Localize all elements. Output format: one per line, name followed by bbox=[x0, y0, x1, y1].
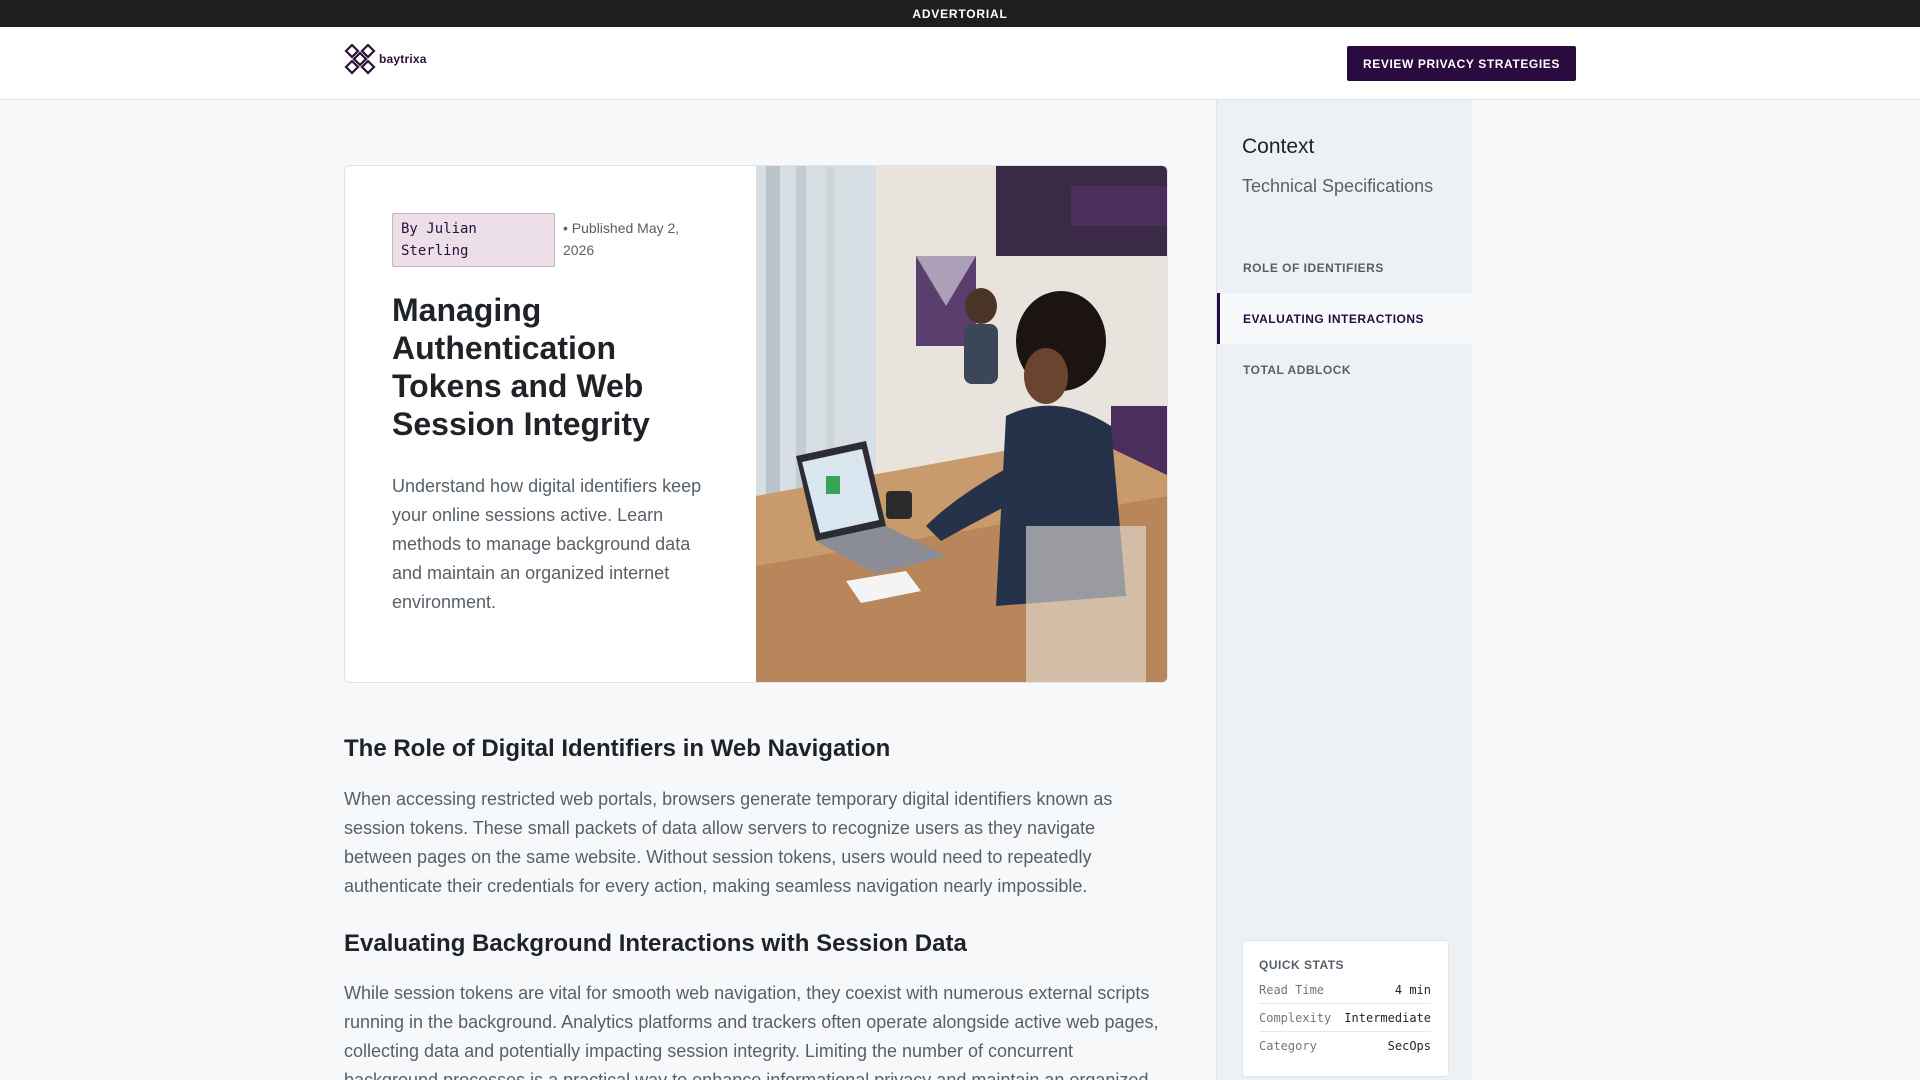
quick-stats-card: QUICK STATS Read Time 4 min Complexity I… bbox=[1242, 940, 1449, 1077]
hero-text: By Julian Sterling • Published May 2, 20… bbox=[392, 213, 712, 617]
site-logo[interactable]: baytrixa bbox=[344, 43, 427, 75]
stat-value: Intermediate bbox=[1344, 1010, 1431, 1025]
stat-label: Complexity bbox=[1259, 1010, 1332, 1025]
review-privacy-strategies-button[interactable]: REVIEW PRIVACY STRATEGIES bbox=[1347, 46, 1576, 81]
stat-value: SecOps bbox=[1387, 1039, 1431, 1053]
sidebar-title: Context bbox=[1242, 135, 1315, 158]
article-summary: Understand how digital identifiers keep … bbox=[392, 476, 702, 612]
stat-value: 4 min bbox=[1394, 982, 1431, 997]
stat-label: Category bbox=[1259, 1039, 1317, 1053]
advertorial-label: ADVERTORIAL bbox=[912, 6, 1008, 21]
hero-card: By Julian Sterling • Published May 2, 20… bbox=[344, 165, 1168, 683]
quick-stats-title: QUICK STATS bbox=[1259, 958, 1345, 972]
section-heading-evaluating-interactions: Evaluating Background Interactions with … bbox=[344, 930, 967, 957]
author-badge: By Julian Sterling bbox=[392, 213, 555, 267]
advertorial-banner: ADVERTORIAL bbox=[0, 0, 1920, 27]
stat-row-category: Category SecOps bbox=[1259, 1032, 1431, 1060]
table-of-contents: ROLE OF IDENTIFIERS EVALUATING INTERACTI… bbox=[1217, 242, 1473, 395]
section-heading-role-of-identifiers: The Role of Digital Identifiers in Web N… bbox=[344, 735, 891, 762]
logo-mark-icon bbox=[344, 43, 376, 75]
office-laptop-illustration bbox=[756, 166, 1167, 682]
toc-item-evaluating-interactions[interactable]: EVALUATING INTERACTIONS bbox=[1217, 293, 1473, 344]
stat-row-read-time: Read Time 4 min bbox=[1259, 976, 1431, 1004]
sidebar-subtitle: Technical Specifications bbox=[1242, 176, 1434, 196]
site-header: baytrixa REVIEW PRIVACY STRATEGIES bbox=[0, 27, 1920, 100]
hero-photo bbox=[756, 166, 1167, 682]
logo-wordmark: baytrixa bbox=[379, 52, 427, 66]
published-date: • Published May 2, 2026 bbox=[563, 220, 680, 258]
context-sidebar: Context Technical Specifications ROLE OF… bbox=[1216, 100, 1473, 1080]
stat-label: Read Time bbox=[1259, 982, 1325, 997]
article-meta: By Julian Sterling • Published May 2, 20… bbox=[392, 213, 712, 267]
stat-row-complexity: Complexity Intermediate bbox=[1259, 1004, 1431, 1032]
section-body-role-of-identifiers: When accessing restricted web portals, b… bbox=[344, 789, 1113, 896]
article-title: Managing Authentication Tokens and Web S… bbox=[392, 292, 650, 442]
toc-item-role-of-identifiers[interactable]: ROLE OF IDENTIFIERS bbox=[1217, 242, 1473, 293]
section-body-evaluating-interactions: While session tokens are vital for smoot… bbox=[344, 983, 1159, 1080]
toc-item-total-adblock[interactable]: TOTAL ADBLOCK bbox=[1217, 344, 1473, 395]
